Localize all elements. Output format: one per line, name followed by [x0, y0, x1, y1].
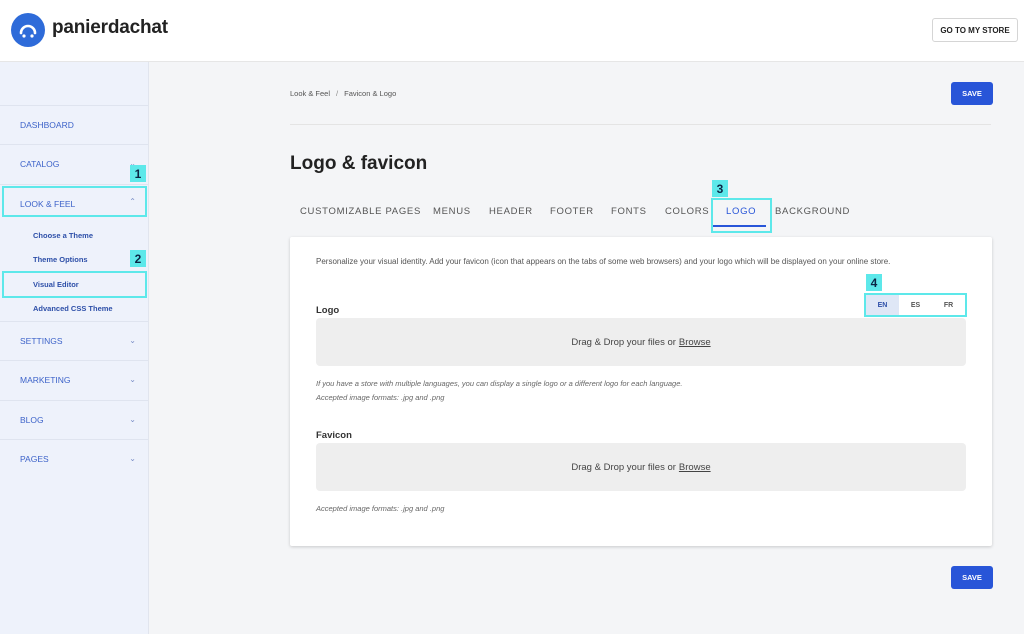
browse-link[interactable]: Browse	[679, 462, 711, 473]
intro-text: Personalize your visual identity. Add yo…	[316, 257, 891, 266]
sidebar-item-label: PAGES	[20, 454, 49, 464]
annotation-marker-4: 4	[866, 274, 882, 291]
sidebar: DASHBOARD CATALOG ⌄ LOOK & FEEL ⌃ Choose a…	[0, 62, 149, 634]
tab-colors[interactable]: COLORS	[665, 206, 709, 217]
annotation-box-2	[2, 271, 147, 298]
breadcrumb-parent[interactable]: Look & Feel	[290, 89, 330, 98]
settings-card	[290, 237, 992, 546]
page-title: Logo & favicon	[290, 153, 428, 174]
sidebar-item-settings[interactable]: SETTINGS ⌄	[0, 321, 148, 360]
sidebar-item-label: CATALOG	[20, 159, 60, 169]
favicon-label: Favicon	[316, 430, 352, 441]
annotation-marker-3: 3	[712, 180, 728, 197]
tab-customizable-pages[interactable]: CUSTOMIZABLE PAGES	[300, 206, 421, 217]
browse-link[interactable]: Browse	[679, 337, 711, 348]
dropzone-text: Drag & Drop your files or	[571, 461, 676, 473]
brand-name[interactable]: panierdachat	[52, 17, 168, 39]
annotation-box-4	[864, 293, 967, 317]
brand-logo-icon[interactable]	[11, 13, 45, 47]
tab-menus[interactable]: MENUS	[433, 206, 471, 217]
favicon-dropzone[interactable]: Drag & Drop your files or Browse	[316, 443, 966, 491]
sidebar-subitem-choose-theme[interactable]: Choose a Theme	[0, 223, 148, 247]
breadcrumb-separator: /	[336, 89, 339, 98]
chevron-down-icon: ⌄	[129, 415, 136, 424]
save-button-bottom[interactable]: SAVE	[951, 566, 993, 589]
sidebar-subitem-advanced-css[interactable]: Advanced CSS Theme	[0, 296, 148, 320]
go-to-store-button[interactable]: GO TO MY STORE	[932, 18, 1018, 42]
annotation-box-1	[2, 186, 147, 217]
sidebar-item-label: BLOG	[20, 415, 44, 425]
tab-fonts[interactable]: FONTS	[611, 206, 647, 217]
logo-label: Logo	[316, 305, 340, 316]
top-bar: panierdachat GO TO MY STORE	[0, 0, 1024, 62]
logo-hint-formats: Accepted image formats: .jpg and .png	[316, 393, 445, 402]
header-divider	[290, 124, 991, 125]
logo-hint-languages: If you have a store with multiple langua…	[316, 379, 683, 388]
sidebar-item-label: DASHBOARD	[20, 120, 74, 130]
breadcrumb: Look & Feel / Favicon & Logo	[290, 89, 396, 98]
annotation-box-3	[711, 198, 772, 233]
sidebar-item-blog[interactable]: BLOG ⌄	[0, 400, 148, 439]
sidebar-item-dashboard[interactable]: DASHBOARD	[0, 105, 148, 144]
sidebar-subitem-theme-options[interactable]: Theme Options	[0, 247, 148, 271]
favicon-hint-formats: Accepted image formats: .jpg and .png	[316, 504, 445, 513]
sidebar-item-marketing[interactable]: MARKETING ⌄	[0, 360, 148, 399]
sidebar-item-label: MARKETING	[20, 375, 71, 385]
tab-background[interactable]: BACKGROUND	[775, 206, 850, 217]
chevron-down-icon: ⌄	[129, 454, 136, 463]
annotation-marker-2: 2	[130, 250, 146, 267]
tab-header[interactable]: HEADER	[489, 206, 533, 217]
sidebar-item-pages[interactable]: PAGES ⌄	[0, 439, 148, 478]
tab-footer[interactable]: FOOTER	[550, 206, 594, 217]
breadcrumb-current: Favicon & Logo	[344, 89, 397, 98]
sidebar-item-label: SETTINGS	[20, 336, 63, 346]
logo-dropzone[interactable]: Drag & Drop your files or Browse	[316, 318, 966, 366]
annotation-marker-1: 1	[130, 165, 146, 182]
sidebar-item-catalog[interactable]: CATALOG ⌄	[0, 144, 148, 183]
chevron-down-icon: ⌄	[129, 375, 136, 384]
chevron-down-icon: ⌄	[129, 336, 136, 345]
save-button-top[interactable]: SAVE	[951, 82, 993, 105]
dropzone-text: Drag & Drop your files or	[571, 336, 676, 348]
